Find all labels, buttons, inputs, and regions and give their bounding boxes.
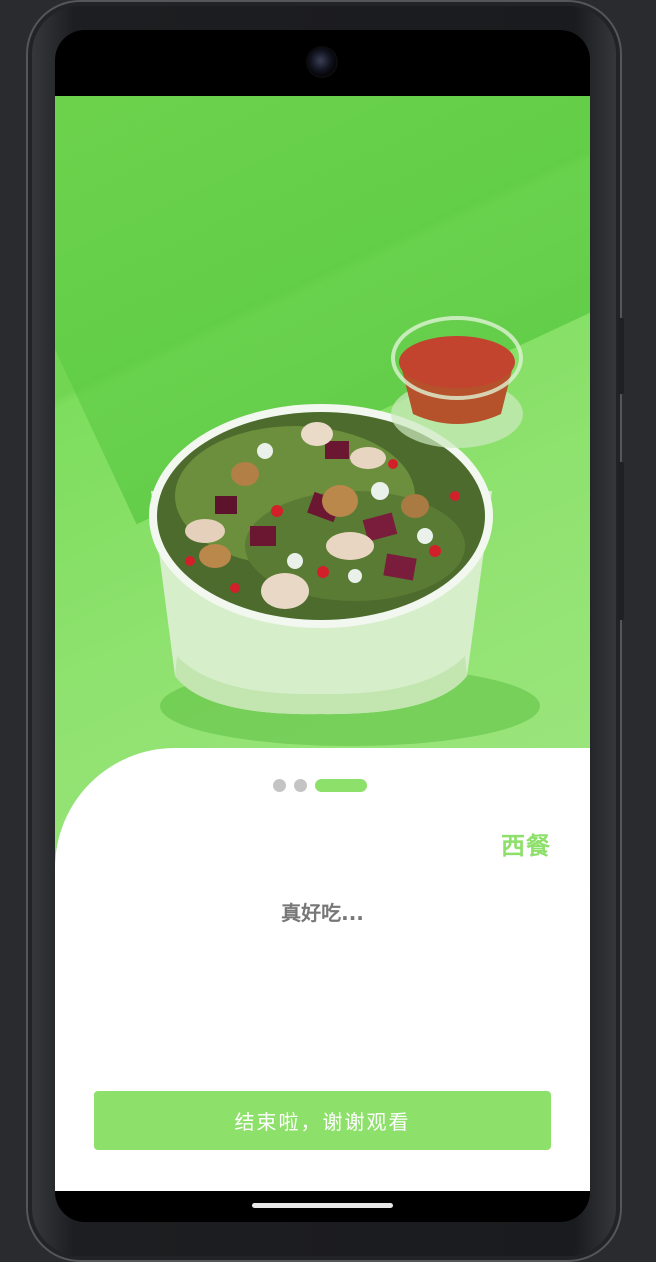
app-screen (55, 96, 590, 1191)
page-dot-3-active[interactable] (315, 778, 367, 792)
salad-photo (55, 96, 590, 856)
description-text: 真好吃... (281, 901, 364, 925)
salad-bowl-illustration (149, 316, 540, 746)
home-indicator-icon[interactable] (252, 1203, 393, 1208)
page-dot-2[interactable] (294, 778, 307, 792)
page-indicator (273, 778, 367, 792)
page-dot-1[interactable] (273, 778, 286, 792)
volume-button (618, 462, 624, 620)
power-button (618, 318, 624, 394)
category-title: 西餐 (501, 832, 551, 860)
finish-button[interactable]: 结束啦，谢谢观看 (94, 1091, 551, 1150)
front-camera-icon (308, 48, 336, 76)
